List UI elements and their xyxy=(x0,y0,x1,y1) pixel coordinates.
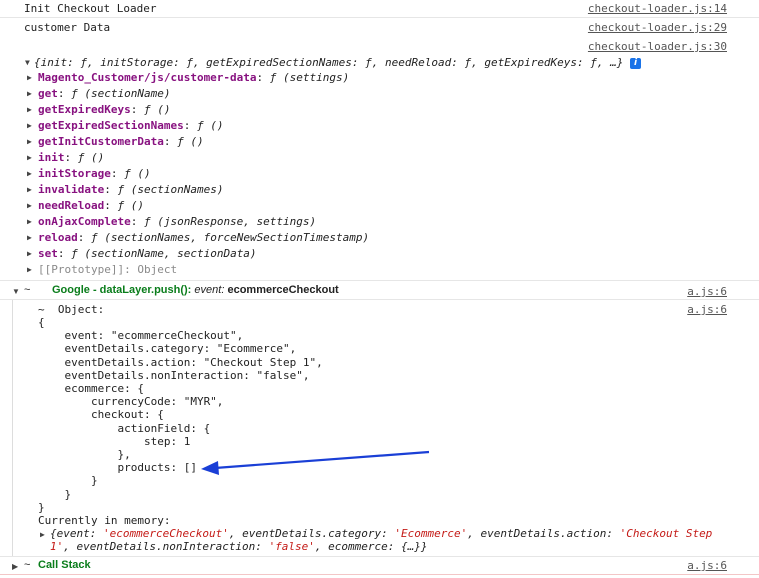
arrow-head-icon xyxy=(201,461,219,475)
arrow-shaft xyxy=(214,450,430,470)
annotation-arrow xyxy=(201,450,430,475)
